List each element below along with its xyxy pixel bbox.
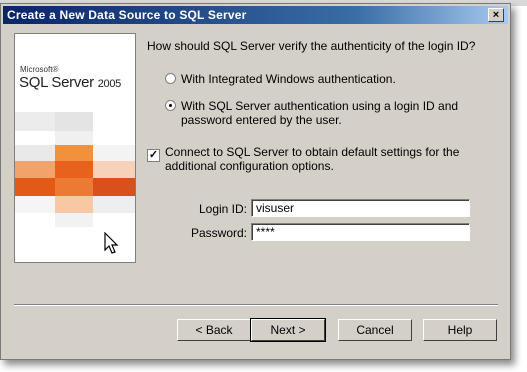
button-separator (14, 304, 498, 306)
back-button[interactable]: < Back (177, 319, 251, 341)
banner-tile (15, 112, 55, 131)
cancel-button[interactable]: Cancel (338, 319, 412, 341)
connect-checkbox[interactable]: ✓ (147, 149, 160, 162)
window-title: Create a New Data Source to SQL Server (7, 8, 247, 22)
product-year: 2005 (97, 78, 122, 90)
radio-button[interactable] (165, 73, 176, 84)
banner-tile (55, 112, 93, 131)
banner-tile (93, 178, 135, 196)
banner-tile (55, 213, 93, 227)
login-id-label: Login ID: (198, 202, 247, 216)
banner-tile (55, 131, 93, 145)
banner-tile (93, 145, 135, 161)
banner-tile (15, 161, 55, 178)
radio-integrated-windows[interactable]: With Integrated Windows authentication. (165, 72, 396, 86)
password-label: Password: (190, 226, 247, 240)
mouse-cursor-icon (104, 232, 119, 254)
close-button[interactable]: × (488, 8, 504, 22)
radio-sql-server-auth[interactable]: With SQL Server authentication using a l… (165, 99, 475, 127)
help-button[interactable]: Help (423, 319, 497, 341)
radio-sql-auth-label: With SQL Server authentication using a l… (181, 99, 459, 127)
radio-button-selected[interactable] (165, 100, 176, 111)
banner-tile (55, 178, 93, 196)
banner-tile (55, 145, 93, 161)
banner-tile (15, 178, 55, 196)
title-bar: Create a New Data Source to SQL Server × (3, 6, 508, 24)
banner-tile (15, 196, 55, 213)
password-input[interactable]: **** (251, 223, 470, 241)
product-logo-text: SQL Server 2005 (19, 74, 121, 91)
brand-small-text: Microsoft® (20, 65, 59, 74)
auth-question: How should SQL Server verify the authent… (147, 39, 476, 53)
sql-server-banner: Microsoft® SQL Server 2005 (14, 33, 136, 263)
banner-tile (93, 161, 135, 178)
next-button[interactable]: Next > (250, 318, 326, 342)
banner-tile (55, 196, 93, 213)
close-icon: × (492, 9, 500, 21)
product-name: SQL Server (19, 74, 94, 91)
radio-integrated-label: With Integrated Windows authentication. (181, 72, 396, 86)
banner-tile (93, 196, 135, 213)
connect-checkbox-label: Connect to SQL Server to obtain default … (165, 145, 460, 173)
banner-tile (15, 145, 55, 161)
banner-tile (55, 161, 93, 178)
login-id-input[interactable]: visuser (251, 199, 470, 217)
